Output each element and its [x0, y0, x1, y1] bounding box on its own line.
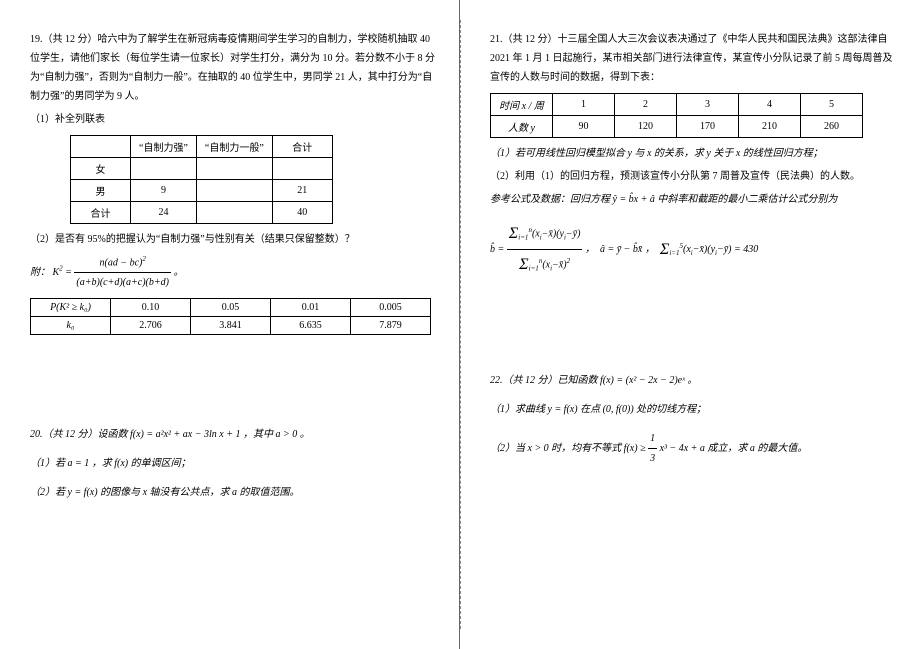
t1-r0c0: 女 [71, 158, 131, 180]
kt-r0c4: 0.005 [351, 299, 431, 317]
wt-h4: 4 [739, 94, 801, 116]
t1-r1c2 [196, 180, 272, 202]
wt-r3: 170 [677, 116, 739, 138]
q20-sub2: （2）若 y = f(x) 的图像与 x 轴没有公共点，求 a 的取值范围。 [30, 483, 439, 502]
t1-r2c0: 合计 [71, 202, 131, 224]
q20-sub1: （1）若 a = 1 ，求 f(x) 的单调区间； [30, 454, 439, 473]
t1-r2c1: 24 [131, 202, 197, 224]
q22-sub2b: x³ − 4x + a 成立，求 a 的最大值。 [660, 443, 808, 454]
q20-heading: 20.（共 12 分）设函数 f(x) = a²x² + ax − 3ln x … [30, 425, 439, 444]
kt-r1c1: 2.706 [111, 317, 191, 335]
kt-r0c0: P(K² ≥ k₀) [31, 299, 111, 317]
q22-sub2a: （2）当 x > 0 时，均有不等式 f(x) ≥ [490, 443, 648, 454]
q19-heading: 19.（共 12 分）哈六中为了解学生在新冠病毒疫情期间学生学习的自制力，学校随… [30, 30, 439, 106]
t1-h1: “自制力强” [131, 136, 197, 158]
wt-r2: 120 [615, 116, 677, 138]
t1-h0 [71, 136, 131, 158]
q21-sumval: 430 [743, 244, 758, 255]
wt-r4: 210 [739, 116, 801, 138]
wt-h1: 1 [553, 94, 615, 116]
wt-r5: 260 [801, 116, 863, 138]
q21-sub2: （2）利用（1）的回归方程，预测该宣传小分队第 7 周普及宣传（民法典）的人数。 [490, 167, 900, 186]
q21-sub1: （1）若可用线性回归模型拟合 y 与 x 的关系，求 y 关于 x 的线性回归方… [490, 144, 900, 163]
t1-r2c3: 40 [272, 202, 332, 224]
q19-sub2: （2）是否有 95%的把握认为“自制力强”与性别有关（结果只保留整数）？ [30, 230, 439, 249]
t1-h3: 合计 [272, 136, 332, 158]
t1-r1c0: 男 [71, 180, 131, 202]
kt-r0c3: 0.01 [271, 299, 351, 317]
kt-r0c2: 0.05 [191, 299, 271, 317]
q22-heading: 22.（共 12 分）已知函数 f(x) = (x² − 2x − 2)eˣ 。 [490, 371, 900, 390]
wt-h2: 2 [615, 94, 677, 116]
q21-ref: 参考公式及数据：回归方程 ŷ = b̂x + â 中斜率和截距的最小二乘估计公式… [490, 190, 900, 209]
t1-r0c3 [272, 158, 332, 180]
q19-formula: 附： K2 = n(ad − bc)2 (a+b)(c+d)(a+c)(b+d)… [30, 253, 439, 292]
q19-note: 附： [30, 267, 50, 278]
kt-r1c3: 6.635 [271, 317, 351, 335]
q21-heading: 21.（共 12 分）十三届全国人大三次会议表决通过了《中华人民共和国民法典》这… [490, 30, 900, 87]
q19-sub1: （1）补全列联表 [30, 110, 439, 129]
wt-r0: 人数 y [491, 116, 553, 138]
kt-r1c2: 3.841 [191, 317, 271, 335]
t1-r0c2 [196, 158, 272, 180]
wt-h0: 时间 x / 周 [491, 94, 553, 116]
q19-contingency-table: “自制力强” “自制力一般” 合计 女 男 9 21 合计 24 40 [70, 135, 333, 224]
t1-h2: “自制力一般” [196, 136, 272, 158]
t1-r0c1 [131, 158, 197, 180]
kt-r1c0: k₀ [31, 317, 111, 335]
wt-h5: 5 [801, 94, 863, 116]
q22-sub1: （1）求曲线 y = f(x) 在点 (0, f(0)) 处的切线方程； [490, 400, 900, 419]
kt-r0c1: 0.10 [111, 299, 191, 317]
kt-r1c4: 7.879 [351, 317, 431, 335]
wt-r1: 90 [553, 116, 615, 138]
q21-formula: b̂ = Σi=1n(xi−x̄)(yi−ȳ) Σi=1n(xi−x̄)2 ， … [490, 219, 900, 281]
wt-h3: 3 [677, 94, 739, 116]
q21-data-table: 时间 x / 周 1 2 3 4 5 人数 y 90 120 170 210 2… [490, 93, 863, 138]
q22-sub2: （2）当 x > 0 时，均有不等式 f(x) ≥ 13 x³ − 4x + a… [490, 429, 900, 468]
q19-k-table: P(K² ≥ k₀) 0.10 0.05 0.01 0.005 k₀ 2.706… [30, 298, 431, 335]
t1-r2c2 [196, 202, 272, 224]
t1-r1c3: 21 [272, 180, 332, 202]
t1-r1c1: 9 [131, 180, 197, 202]
